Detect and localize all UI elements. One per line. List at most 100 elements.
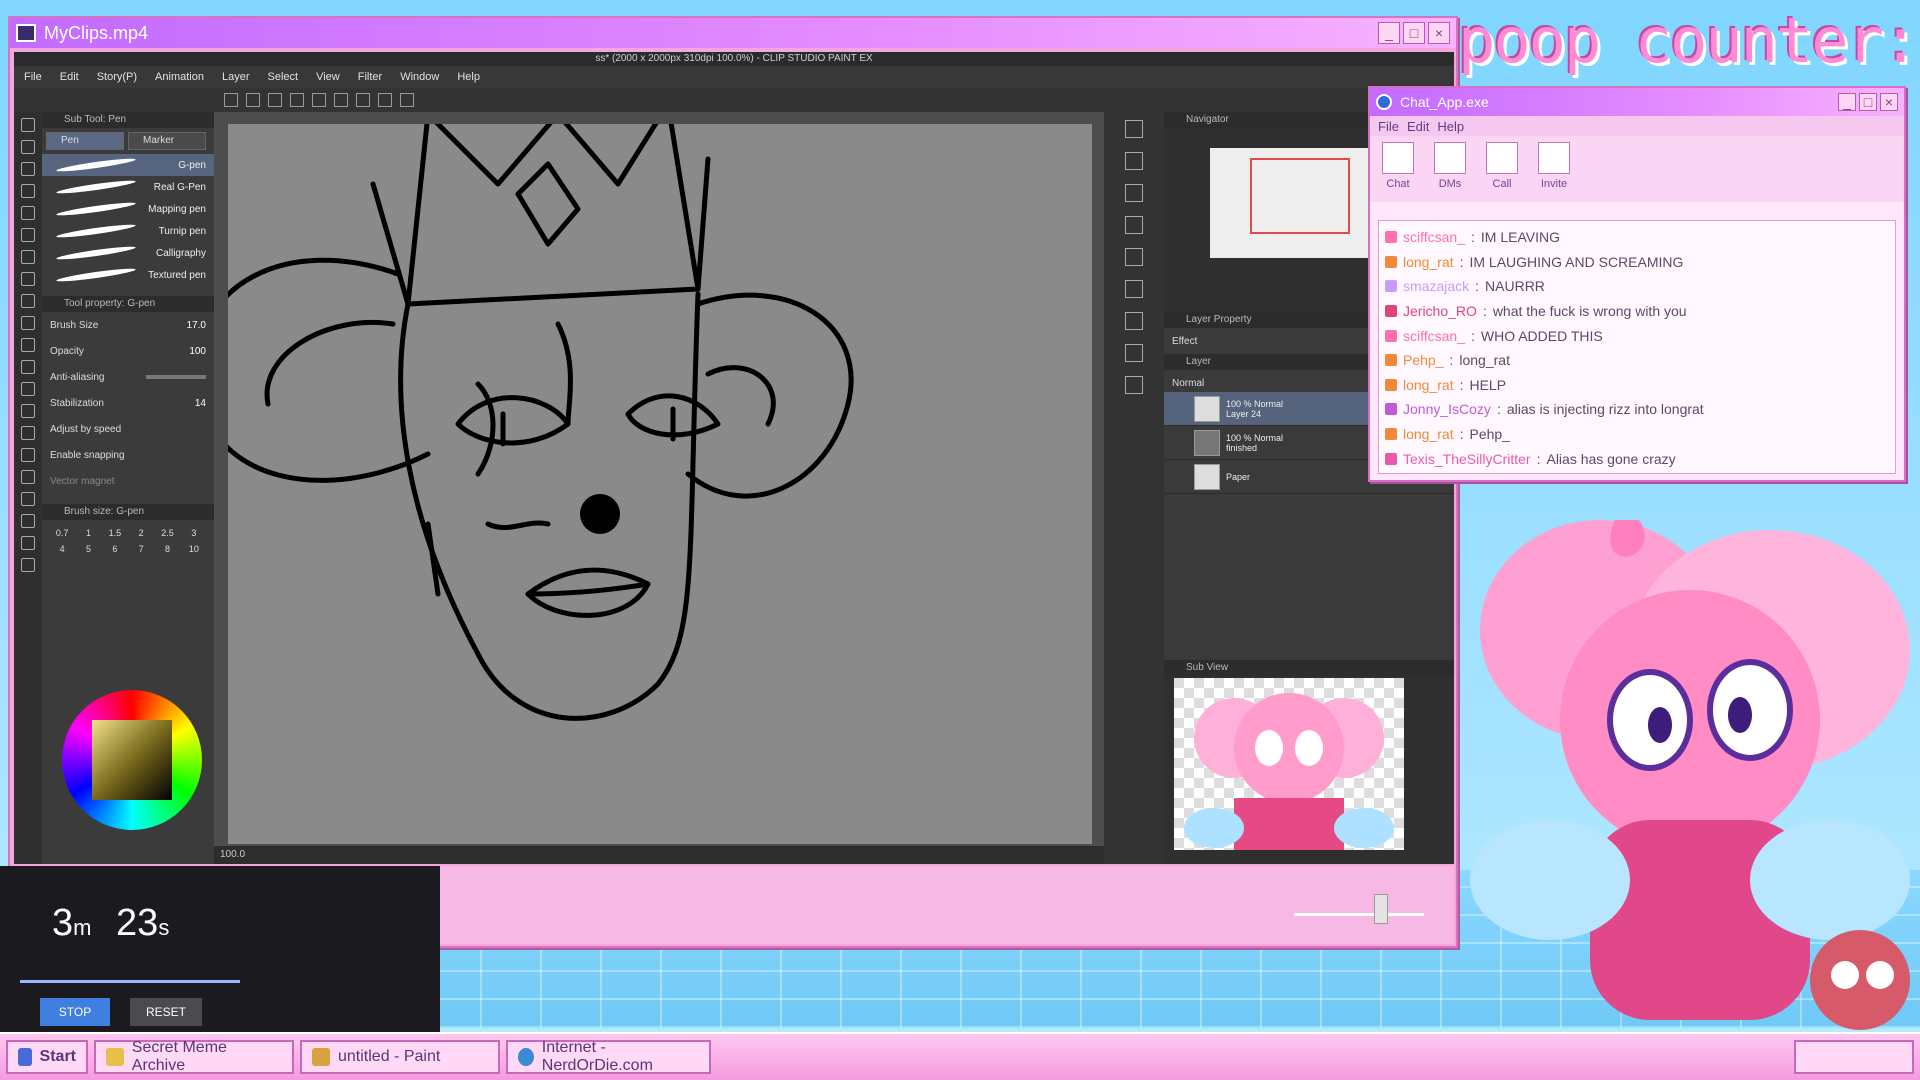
main-titlebar[interactable]: MyClips.mp4 _ □ × [10, 18, 1456, 48]
chat-username[interactable]: Jonny_IsCozy [1403, 401, 1491, 417]
close-button[interactable]: × [1428, 22, 1450, 44]
auto-action-icon[interactable] [1125, 248, 1143, 266]
volume-slider-knob[interactable] [1374, 894, 1388, 924]
volume-slider[interactable] [1294, 886, 1424, 924]
chat-titlebar[interactable]: Chat_App.exe _ □ × [1370, 88, 1904, 116]
tab-marker[interactable]: Marker [128, 132, 206, 150]
menu-select[interactable]: Select [268, 71, 299, 83]
chat-username[interactable]: Pehp_ [1403, 352, 1443, 368]
history-icon[interactable] [1125, 184, 1143, 202]
brush-item-mapping-pen[interactable]: Mapping pen [42, 198, 214, 220]
animation-cels-icon[interactable] [1125, 344, 1143, 362]
chat-username[interactable]: sciffcsan_ [1403, 229, 1465, 245]
chat-menu-file[interactable]: File [1378, 119, 1399, 134]
reset-button[interactable]: RESET [130, 998, 202, 1026]
brush-size-option[interactable]: 0.7 [50, 528, 74, 538]
chat-close-button[interactable]: × [1880, 93, 1898, 111]
color-set-icon[interactable] [1125, 280, 1143, 298]
brush-size-option[interactable]: 3 [182, 528, 206, 538]
blend-tool-icon[interactable] [21, 382, 35, 396]
brush-size-option[interactable]: 2 [129, 528, 153, 538]
chat-tool-dms[interactable]: DMs [1432, 142, 1468, 196]
menu-help[interactable]: Help [457, 71, 480, 83]
brush-tool-icon[interactable] [21, 316, 35, 330]
chat-tool-chat[interactable]: Chat [1380, 142, 1416, 196]
menu-story[interactable]: Story(P) [97, 71, 137, 83]
pencil-tool-icon[interactable] [21, 294, 35, 308]
chat-tool-invite[interactable]: Invite [1536, 142, 1572, 196]
ruler-tool-icon[interactable] [21, 492, 35, 506]
menu-layer[interactable]: Layer [222, 71, 250, 83]
sub-view-image[interactable] [1174, 678, 1404, 850]
material-icon[interactable] [1125, 120, 1143, 138]
adjust-speed-row[interactable]: Adjust by speed [42, 416, 214, 442]
menu-edit[interactable]: Edit [60, 71, 79, 83]
chat-username[interactable]: long_rat [1403, 254, 1454, 270]
chat-username[interactable]: Jericho_RO [1403, 303, 1477, 319]
system-tray[interactable] [1794, 1040, 1914, 1074]
brush-item-g-pen[interactable]: G-pen [42, 154, 214, 176]
opacity-row[interactable]: Opacity 100 [42, 338, 214, 364]
brush-size-option[interactable]: 1.5 [103, 528, 127, 538]
redo-icon[interactable] [312, 93, 326, 107]
chat-minimize-button[interactable]: _ [1838, 93, 1856, 111]
timeline-icon[interactable] [1125, 216, 1143, 234]
correct-line-tool-icon[interactable] [21, 558, 35, 572]
pen-tool-icon[interactable] [21, 272, 35, 286]
item-bank-icon[interactable] [1125, 312, 1143, 330]
layer-search-icon[interactable] [1125, 152, 1143, 170]
start-button[interactable]: Start [6, 1040, 88, 1074]
minimize-button[interactable]: _ [1378, 22, 1400, 44]
tab-pen[interactable]: Pen [46, 132, 124, 150]
chat-menu-edit[interactable]: Edit [1407, 119, 1429, 134]
open-file-icon[interactable] [246, 93, 260, 107]
menu-window[interactable]: Window [400, 71, 439, 83]
chat-username[interactable]: smazajack [1403, 278, 1469, 294]
stop-button[interactable]: STOP [40, 998, 110, 1026]
operation-tool-icon[interactable] [21, 162, 35, 176]
brush-item-textured-pen[interactable]: Textured pen [42, 264, 214, 286]
brush-item-calligraphy[interactable]: Calligraphy [42, 242, 214, 264]
vector-magnet-row[interactable]: Vector magnet [42, 468, 214, 494]
enable-snapping-row[interactable]: Enable snapping [42, 442, 214, 468]
stabilization-row[interactable]: Stabilization 14 [42, 390, 214, 416]
text-tool-icon[interactable] [21, 514, 35, 528]
eraser-tool-icon[interactable] [21, 360, 35, 374]
brush-size-option[interactable]: 4 [50, 544, 74, 554]
auto-select-tool-icon[interactable] [21, 228, 35, 242]
chat-tool-call[interactable]: Call [1484, 142, 1520, 196]
fill-tool-icon[interactable] [21, 404, 35, 418]
clear-icon[interactable] [334, 93, 348, 107]
brush-item-turnip-pen[interactable]: Turnip pen [42, 220, 214, 242]
figure-tool-icon[interactable] [21, 448, 35, 462]
brush-size-option[interactable]: 2.5 [155, 528, 179, 538]
taskbar-item-internet[interactable]: Internet - NerdOrDie.com [506, 1039, 711, 1074]
taskbar-item-meme-archive[interactable]: Secret Meme Archive [94, 1039, 294, 1074]
brush-size-row[interactable]: Brush Size 17.0 [42, 312, 214, 338]
chat-username[interactable]: long_rat [1403, 426, 1454, 442]
brush-size-option[interactable]: 8 [155, 544, 179, 554]
airbrush-tool-icon[interactable] [21, 338, 35, 352]
color-wheel[interactable] [62, 690, 202, 830]
brush-size-option[interactable]: 7 [129, 544, 153, 554]
ruler-icon[interactable] [400, 93, 414, 107]
balloon-tool-icon[interactable] [21, 536, 35, 550]
frame-tool-icon[interactable] [21, 470, 35, 484]
menu-filter[interactable]: Filter [358, 71, 382, 83]
menu-view[interactable]: View [316, 71, 340, 83]
chat-maximize-button[interactable]: □ [1859, 93, 1877, 111]
brush-size-option[interactable]: 10 [182, 544, 206, 554]
color-square[interactable] [92, 720, 172, 800]
hand-tool-icon[interactable] [21, 140, 35, 154]
save-icon[interactable] [268, 93, 282, 107]
menu-animation[interactable]: Animation [155, 71, 204, 83]
quick-access-icon[interactable] [1125, 376, 1143, 394]
new-file-icon[interactable] [224, 93, 238, 107]
eyedropper-tool-icon[interactable] [21, 250, 35, 264]
antialiasing-row[interactable]: Anti-aliasing [42, 364, 214, 390]
brush-item-real-g-pen[interactable]: Real G-Pen [42, 176, 214, 198]
chat-username[interactable]: Texis_TheSillyCritter [1403, 451, 1531, 467]
chat-username[interactable]: long_rat [1403, 377, 1454, 393]
navigator-viewport[interactable] [1250, 158, 1350, 234]
antialiasing-selector[interactable] [146, 375, 206, 379]
